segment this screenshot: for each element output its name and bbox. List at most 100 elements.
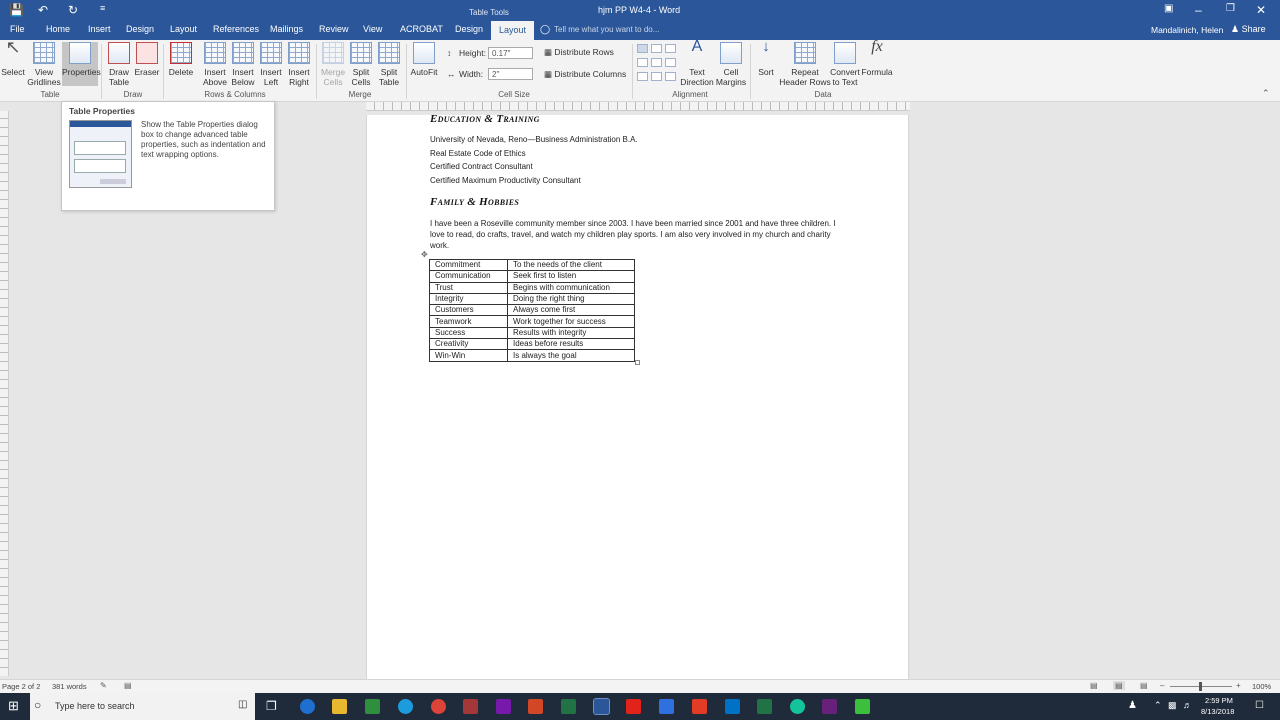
zoom-out-icon[interactable]: – (1160, 681, 1164, 690)
tab-references[interactable]: References (213, 24, 259, 34)
distribute-columns-button[interactable]: ▦ Distribute Columns (544, 69, 626, 80)
page-count[interactable]: Page 2 of 2 (2, 682, 40, 691)
delete-button[interactable]: Delete (167, 42, 195, 77)
macro-icon[interactable]: ▤ (124, 681, 132, 690)
close-icon[interactable]: ✕ (1256, 3, 1266, 17)
table-cell[interactable]: Is always the goal (507, 349, 635, 362)
table-cell[interactable]: Seek first to listen (507, 270, 635, 283)
save-icon[interactable]: 💾 (9, 3, 24, 17)
tab-insert[interactable]: Insert (88, 24, 111, 34)
table-cell[interactable]: Integrity (429, 292, 508, 306)
visual-studio-icon[interactable] (822, 699, 837, 714)
tab-file[interactable]: File (10, 24, 25, 34)
onenote-icon[interactable] (496, 699, 511, 714)
horizontal-ruler[interactable] (366, 102, 910, 111)
network-icon[interactable]: ▩ (1168, 700, 1177, 711)
table-cell[interactable]: Customers (429, 304, 508, 317)
print-layout-icon[interactable]: ▤ (1113, 681, 1125, 690)
vertical-ruler[interactable] (0, 111, 9, 676)
align-center-right-button[interactable] (665, 58, 676, 67)
table-cell[interactable]: Teamwork (429, 315, 508, 328)
table-cell[interactable]: Trust (429, 281, 508, 294)
collapse-ribbon-icon[interactable]: ⌃ (1262, 88, 1270, 99)
table-cell[interactable]: Commitment (429, 258, 508, 272)
word-count[interactable]: 381 words (52, 682, 87, 691)
powerpoint-icon[interactable] (528, 699, 543, 714)
eraser-button[interactable]: Eraser (134, 42, 160, 77)
split-table-button[interactable]: Split Table (375, 42, 403, 87)
undo-icon[interactable]: ↶ (38, 3, 48, 17)
properties-button[interactable]: Properties (62, 42, 101, 86)
volume-icon[interactable]: ♬ (1183, 700, 1192, 710)
web-layout-icon[interactable]: ▤ (1140, 681, 1148, 690)
tab-table-design[interactable]: Design (455, 24, 483, 34)
align-center-left-button[interactable] (637, 58, 648, 67)
zoom-slider-thumb[interactable] (1199, 682, 1202, 691)
width-input[interactable]: 2" (488, 68, 533, 80)
distribute-rows-button[interactable]: ▦ Distribute Rows (544, 47, 614, 58)
tab-design[interactable]: Design (126, 24, 154, 34)
tray-chevron-icon[interactable]: ⌃ (1154, 700, 1162, 711)
text-direction-button[interactable]: A Text Direction (680, 39, 714, 88)
zoom-level[interactable]: 100% (1252, 682, 1271, 691)
table-cell[interactable]: Always come first (507, 304, 635, 317)
clock-time[interactable]: 2:59 PM (1205, 696, 1233, 705)
clock-date[interactable]: 8/13/2018 (1201, 707, 1234, 716)
access-icon[interactable] (463, 699, 478, 714)
zoom-in-icon[interactable]: + (1236, 681, 1241, 690)
app-s-icon[interactable] (659, 699, 674, 714)
align-bottom-left-button[interactable] (637, 72, 648, 81)
view-gridlines-button[interactable]: View Gridlines (27, 42, 61, 87)
word-icon[interactable] (593, 698, 610, 715)
store-icon[interactable] (365, 699, 380, 714)
customize-qat-icon[interactable]: ≡ (100, 3, 105, 13)
insert-left-button[interactable]: Insert Left (257, 42, 285, 87)
table-cell[interactable]: Work together for success (507, 315, 635, 328)
align-center-button[interactable] (651, 58, 662, 67)
camtasia-recorder-icon[interactable] (855, 699, 870, 714)
restore-icon[interactable]: ❐ (1226, 3, 1235, 14)
formula-button[interactable]: fx Formula (861, 39, 893, 78)
merge-cells-button[interactable]: Merge Cells (319, 42, 347, 87)
table-cell[interactable]: Begins with communication (507, 281, 635, 294)
table-cell[interactable]: Results with integrity (507, 326, 635, 340)
align-top-center-button[interactable] (651, 44, 662, 53)
task-view-icon[interactable]: ❐ (266, 699, 277, 713)
align-bottom-center-button[interactable] (651, 72, 662, 81)
table-cell[interactable]: Doing the right thing (507, 292, 635, 306)
tab-acrobat[interactable]: ACROBAT (400, 24, 443, 34)
insert-right-button[interactable]: Insert Right (285, 42, 313, 87)
height-input[interactable]: 0.17" (488, 47, 533, 59)
skype-icon[interactable] (398, 699, 413, 714)
tab-review[interactable]: Review (319, 24, 349, 34)
ribbon-display-icon[interactable]: ▣ (1164, 3, 1173, 14)
taskbar-search-box[interactable]: ○ Type here to search ◫ (30, 693, 255, 720)
table-cell[interactable]: Communication (429, 270, 508, 283)
sort-button[interactable]: ↓ Sort (754, 39, 778, 77)
tab-table-layout[interactable]: Layout (491, 21, 535, 40)
table-cell[interactable]: Success (429, 326, 508, 340)
table-cell[interactable]: Creativity (429, 338, 508, 351)
draw-table-button[interactable]: Draw Table (105, 42, 133, 87)
select-button[interactable]: ↖ Select (1, 38, 25, 77)
insert-below-button[interactable]: Insert Below (229, 42, 257, 87)
excel-icon[interactable] (757, 699, 772, 714)
file-explorer-icon[interactable] (332, 699, 347, 714)
align-bottom-right-button[interactable] (665, 72, 676, 81)
convert-to-text-button[interactable]: Convert to Text (829, 42, 861, 87)
redo-icon[interactable]: ↻ (68, 3, 78, 17)
outlook-icon[interactable] (725, 699, 740, 714)
align-top-left-button[interactable] (637, 44, 648, 53)
read-mode-icon[interactable]: ▤ (1090, 681, 1098, 690)
chrome-icon[interactable] (431, 699, 446, 714)
proofing-icon[interactable]: ✎ (100, 681, 107, 690)
edge-icon[interactable] (300, 699, 315, 714)
table-cell[interactable]: To the needs of the client (507, 258, 635, 272)
table-move-handle-icon[interactable]: ✥ (421, 250, 428, 259)
table-cell[interactable]: Ideas before results (507, 338, 635, 351)
autofit-button[interactable]: AutoFit (408, 42, 440, 77)
values-table[interactable]: Commitment To the needs of the client Com… (429, 258, 635, 362)
tab-layout[interactable]: Layout (170, 24, 197, 34)
align-top-right-button[interactable] (665, 44, 676, 53)
tab-mailings[interactable]: Mailings (270, 24, 303, 34)
